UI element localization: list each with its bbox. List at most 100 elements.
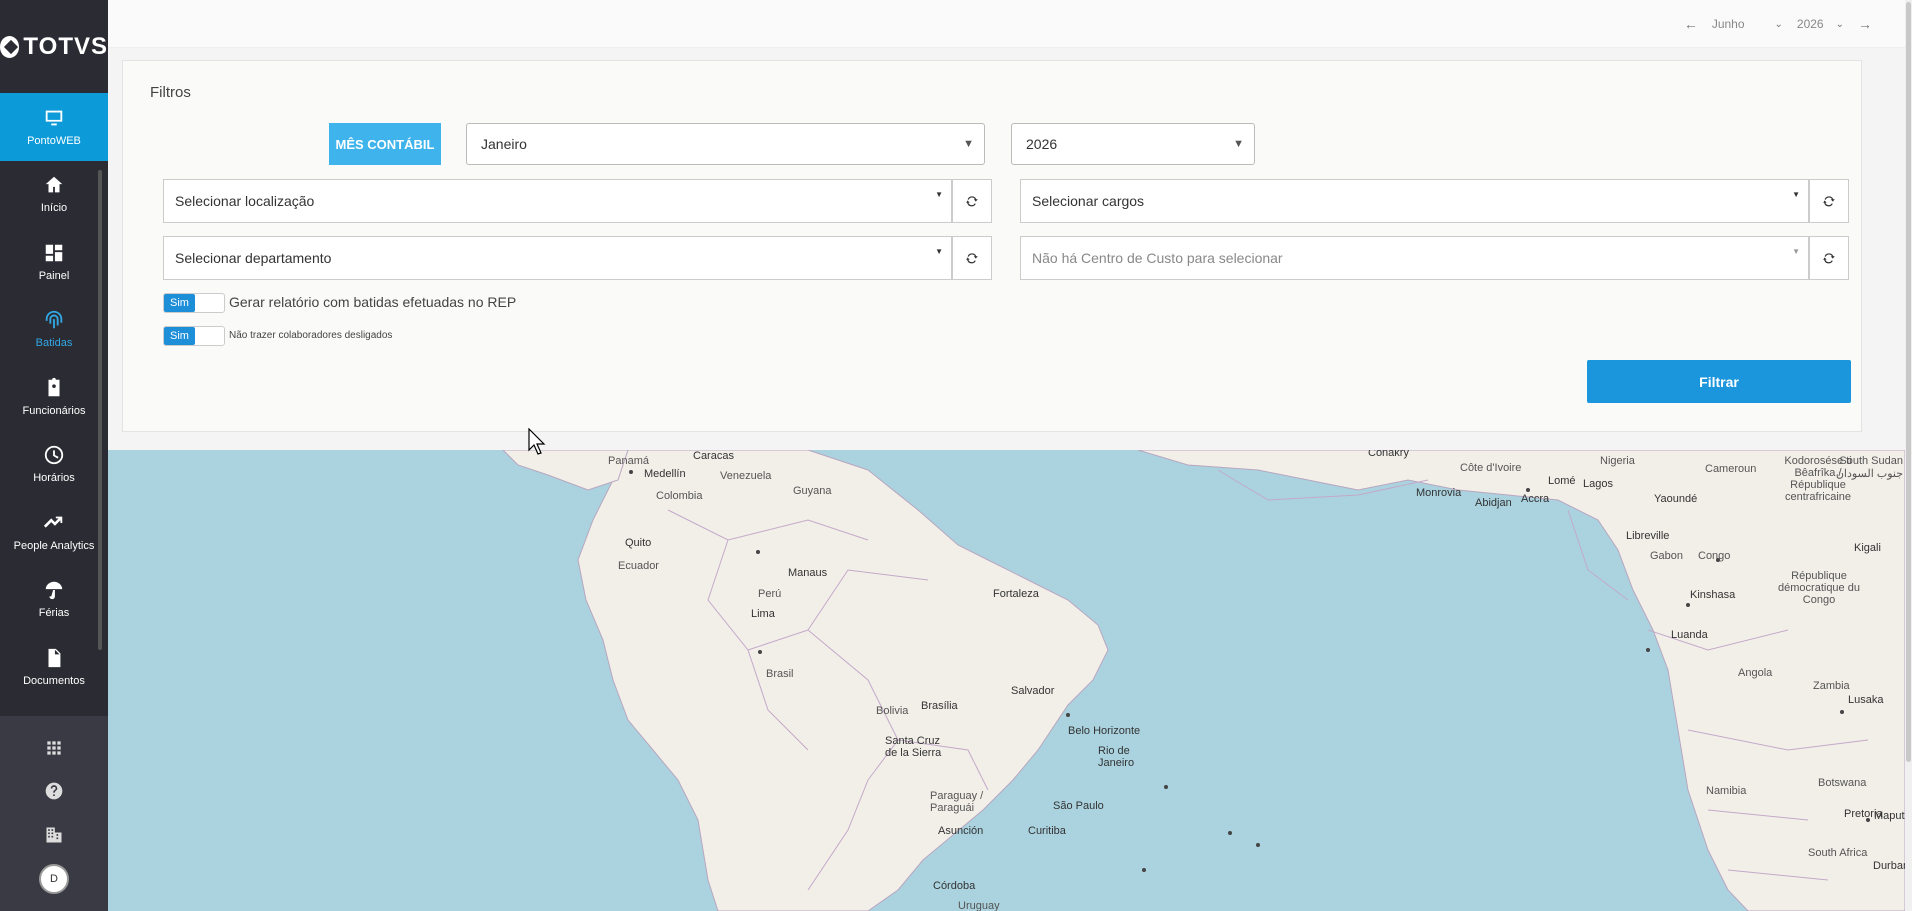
arrow-left-icon[interactable]: ← bbox=[1684, 16, 1698, 32]
map-label: Conakry bbox=[1368, 450, 1409, 459]
cargos-select[interactable]: Selecionar cargos ▼ bbox=[1020, 179, 1809, 223]
map-label: Curitiba bbox=[1028, 825, 1066, 837]
south-america-landmass bbox=[577, 450, 1109, 911]
apps-grid-icon[interactable] bbox=[42, 736, 66, 760]
sidebar-item-label: Painel bbox=[38, 269, 70, 282]
sidebar-item-documentos[interactable]: Documentos bbox=[0, 633, 108, 701]
map-label: Kigali bbox=[1854, 542, 1881, 554]
map-label: Abidjan bbox=[1475, 497, 1512, 509]
departamento-select[interactable]: Selecionar departamento ▼ bbox=[163, 236, 952, 280]
clock-icon bbox=[44, 446, 64, 465]
map-label: Brasília bbox=[921, 700, 958, 712]
refresh-localizacao-button[interactable] bbox=[952, 179, 992, 223]
umbrella-icon bbox=[45, 582, 63, 600]
map-label: Lima bbox=[751, 608, 775, 620]
totvs-logo-icon bbox=[0, 35, 20, 58]
map-label: Nigeria bbox=[1600, 455, 1635, 467]
trending-up-icon bbox=[43, 516, 63, 528]
sidebar-item-label: Início bbox=[40, 202, 68, 215]
map-view[interactable]: Panamá Caracas Medellín Venezuela Colomb… bbox=[108, 450, 1905, 911]
refresh-centro-custo-button[interactable] bbox=[1809, 236, 1849, 280]
map-label: Monrovia bbox=[1416, 487, 1462, 499]
map-label: Maputo bbox=[1874, 810, 1905, 822]
map-label: Namibia bbox=[1706, 785, 1747, 797]
sidebar-item-label: Funcionários bbox=[22, 404, 86, 417]
map-label: Côte d'Ivoire bbox=[1460, 462, 1522, 474]
refresh-icon bbox=[1823, 196, 1835, 207]
header-month-value: Junho bbox=[1711, 17, 1745, 31]
sidebar-item-painel[interactable]: Painel bbox=[0, 228, 108, 296]
refresh-icon bbox=[966, 196, 978, 207]
map-label: Libreville bbox=[1626, 530, 1670, 542]
map-label: Belo Horizonte bbox=[1068, 725, 1141, 737]
sidebar-item-funcionarios[interactable]: Funcionários bbox=[0, 363, 108, 431]
map-label: Santa Cruz de la Sierra bbox=[885, 735, 942, 759]
map-label: Perú bbox=[758, 588, 782, 600]
map-label: Luanda bbox=[1671, 629, 1708, 641]
page-scrollbar[interactable] bbox=[1905, 0, 1912, 911]
centro-custo-select[interactable]: Não há Centro de Custo para selecionar ▼ bbox=[1020, 236, 1809, 280]
map-canvas bbox=[502, 450, 1905, 911]
toggle-state: Sim bbox=[164, 294, 195, 312]
map-label: Córdoba bbox=[933, 880, 976, 892]
map-label: République démocratique du Congo bbox=[1778, 570, 1860, 606]
refresh-departamento-button[interactable] bbox=[952, 236, 992, 280]
sidebar-item-ferias[interactable]: Férias bbox=[0, 566, 108, 634]
localizacao-select[interactable]: Selecionar localização ▼ bbox=[163, 179, 952, 223]
chevron-down-icon: ▼ bbox=[963, 138, 974, 150]
sidebar-item-label: People Analytics bbox=[13, 539, 95, 552]
toggle-desligados-label: Não trazer colaboradores desligados bbox=[229, 330, 393, 341]
sidebar-item-inicio[interactable]: Início bbox=[0, 161, 108, 229]
toggle-desligados[interactable]: Sim bbox=[163, 326, 225, 346]
map-label: Manaus bbox=[788, 567, 828, 579]
map-label: Rio de Janeiro bbox=[1098, 745, 1135, 769]
filtrar-button[interactable]: Filtrar bbox=[1587, 360, 1851, 403]
sidebar-item-people-analytics[interactable]: People Analytics bbox=[0, 498, 108, 566]
fingerprint-icon bbox=[45, 311, 63, 329]
toggle-relatorio-rep[interactable]: Sim bbox=[163, 293, 225, 313]
map-label: Bolivia bbox=[876, 705, 909, 717]
sidebar-item-batidas[interactable]: Batidas bbox=[0, 296, 108, 364]
toggle-state: Sim bbox=[164, 327, 195, 345]
header-year-select[interactable]: 2026 ⌄ bbox=[1797, 17, 1844, 31]
month-select[interactable]: Janeiro ▼ bbox=[466, 123, 985, 165]
logo-text: TOTVS bbox=[23, 32, 108, 60]
dashboard-icon bbox=[45, 244, 63, 261]
totvs-logo[interactable]: TOTVS bbox=[0, 0, 108, 93]
map-label: Uruguay bbox=[958, 900, 1000, 911]
year-select[interactable]: 2026 ▼ bbox=[1011, 123, 1255, 165]
map-label: Colombia bbox=[656, 490, 703, 502]
header-month-select[interactable]: Junho ⌄ bbox=[1712, 17, 1783, 31]
africa-landmass bbox=[1137, 450, 1905, 911]
departamento-placeholder: Selecionar departamento bbox=[175, 250, 332, 266]
caret-down-icon: ▼ bbox=[935, 190, 943, 199]
mouse-cursor-icon bbox=[528, 428, 546, 455]
map-label: Yaoundé bbox=[1654, 493, 1698, 505]
help-icon[interactable] bbox=[42, 779, 66, 803]
page-scrollbar-thumb[interactable] bbox=[1906, 2, 1911, 762]
sidebar-scrollbar[interactable] bbox=[98, 170, 102, 650]
header-year-value: 2026 bbox=[1796, 17, 1824, 31]
map-label: Paraguay / Paraguái bbox=[930, 790, 984, 814]
mes-contabil-button[interactable]: MÊS CONTÁBIL bbox=[329, 123, 441, 165]
map-label: Venezuela bbox=[720, 470, 772, 482]
caret-down-icon: ▼ bbox=[1792, 247, 1800, 256]
map-label: Asunción bbox=[938, 825, 984, 837]
avatar[interactable]: D bbox=[39, 864, 69, 894]
map-label: Ecuador bbox=[618, 560, 659, 572]
map-label: South Sudan جنوب السودان bbox=[1835, 455, 1903, 480]
building-icon[interactable] bbox=[42, 823, 66, 847]
refresh-icon bbox=[966, 253, 978, 264]
sidebar-item-pontoweb[interactable]: PontoWEB bbox=[0, 93, 108, 161]
monitor-icon bbox=[45, 110, 63, 126]
map-label: Accra bbox=[1521, 493, 1550, 505]
toggle-relatorio-rep-label: Gerar relatório com batidas efetuadas no… bbox=[229, 294, 517, 310]
refresh-cargos-button[interactable] bbox=[1809, 179, 1849, 223]
sidebar-item-horarios[interactable]: Horários bbox=[0, 431, 108, 499]
filters-title: Filtros bbox=[150, 84, 191, 101]
arrow-right-icon[interactable]: → bbox=[1858, 16, 1872, 32]
map-label: Angola bbox=[1738, 667, 1773, 679]
map-label: Lagos bbox=[1583, 478, 1613, 490]
map-label: Congo bbox=[1698, 550, 1731, 562]
year-select-value: 2026 bbox=[1026, 136, 1058, 152]
